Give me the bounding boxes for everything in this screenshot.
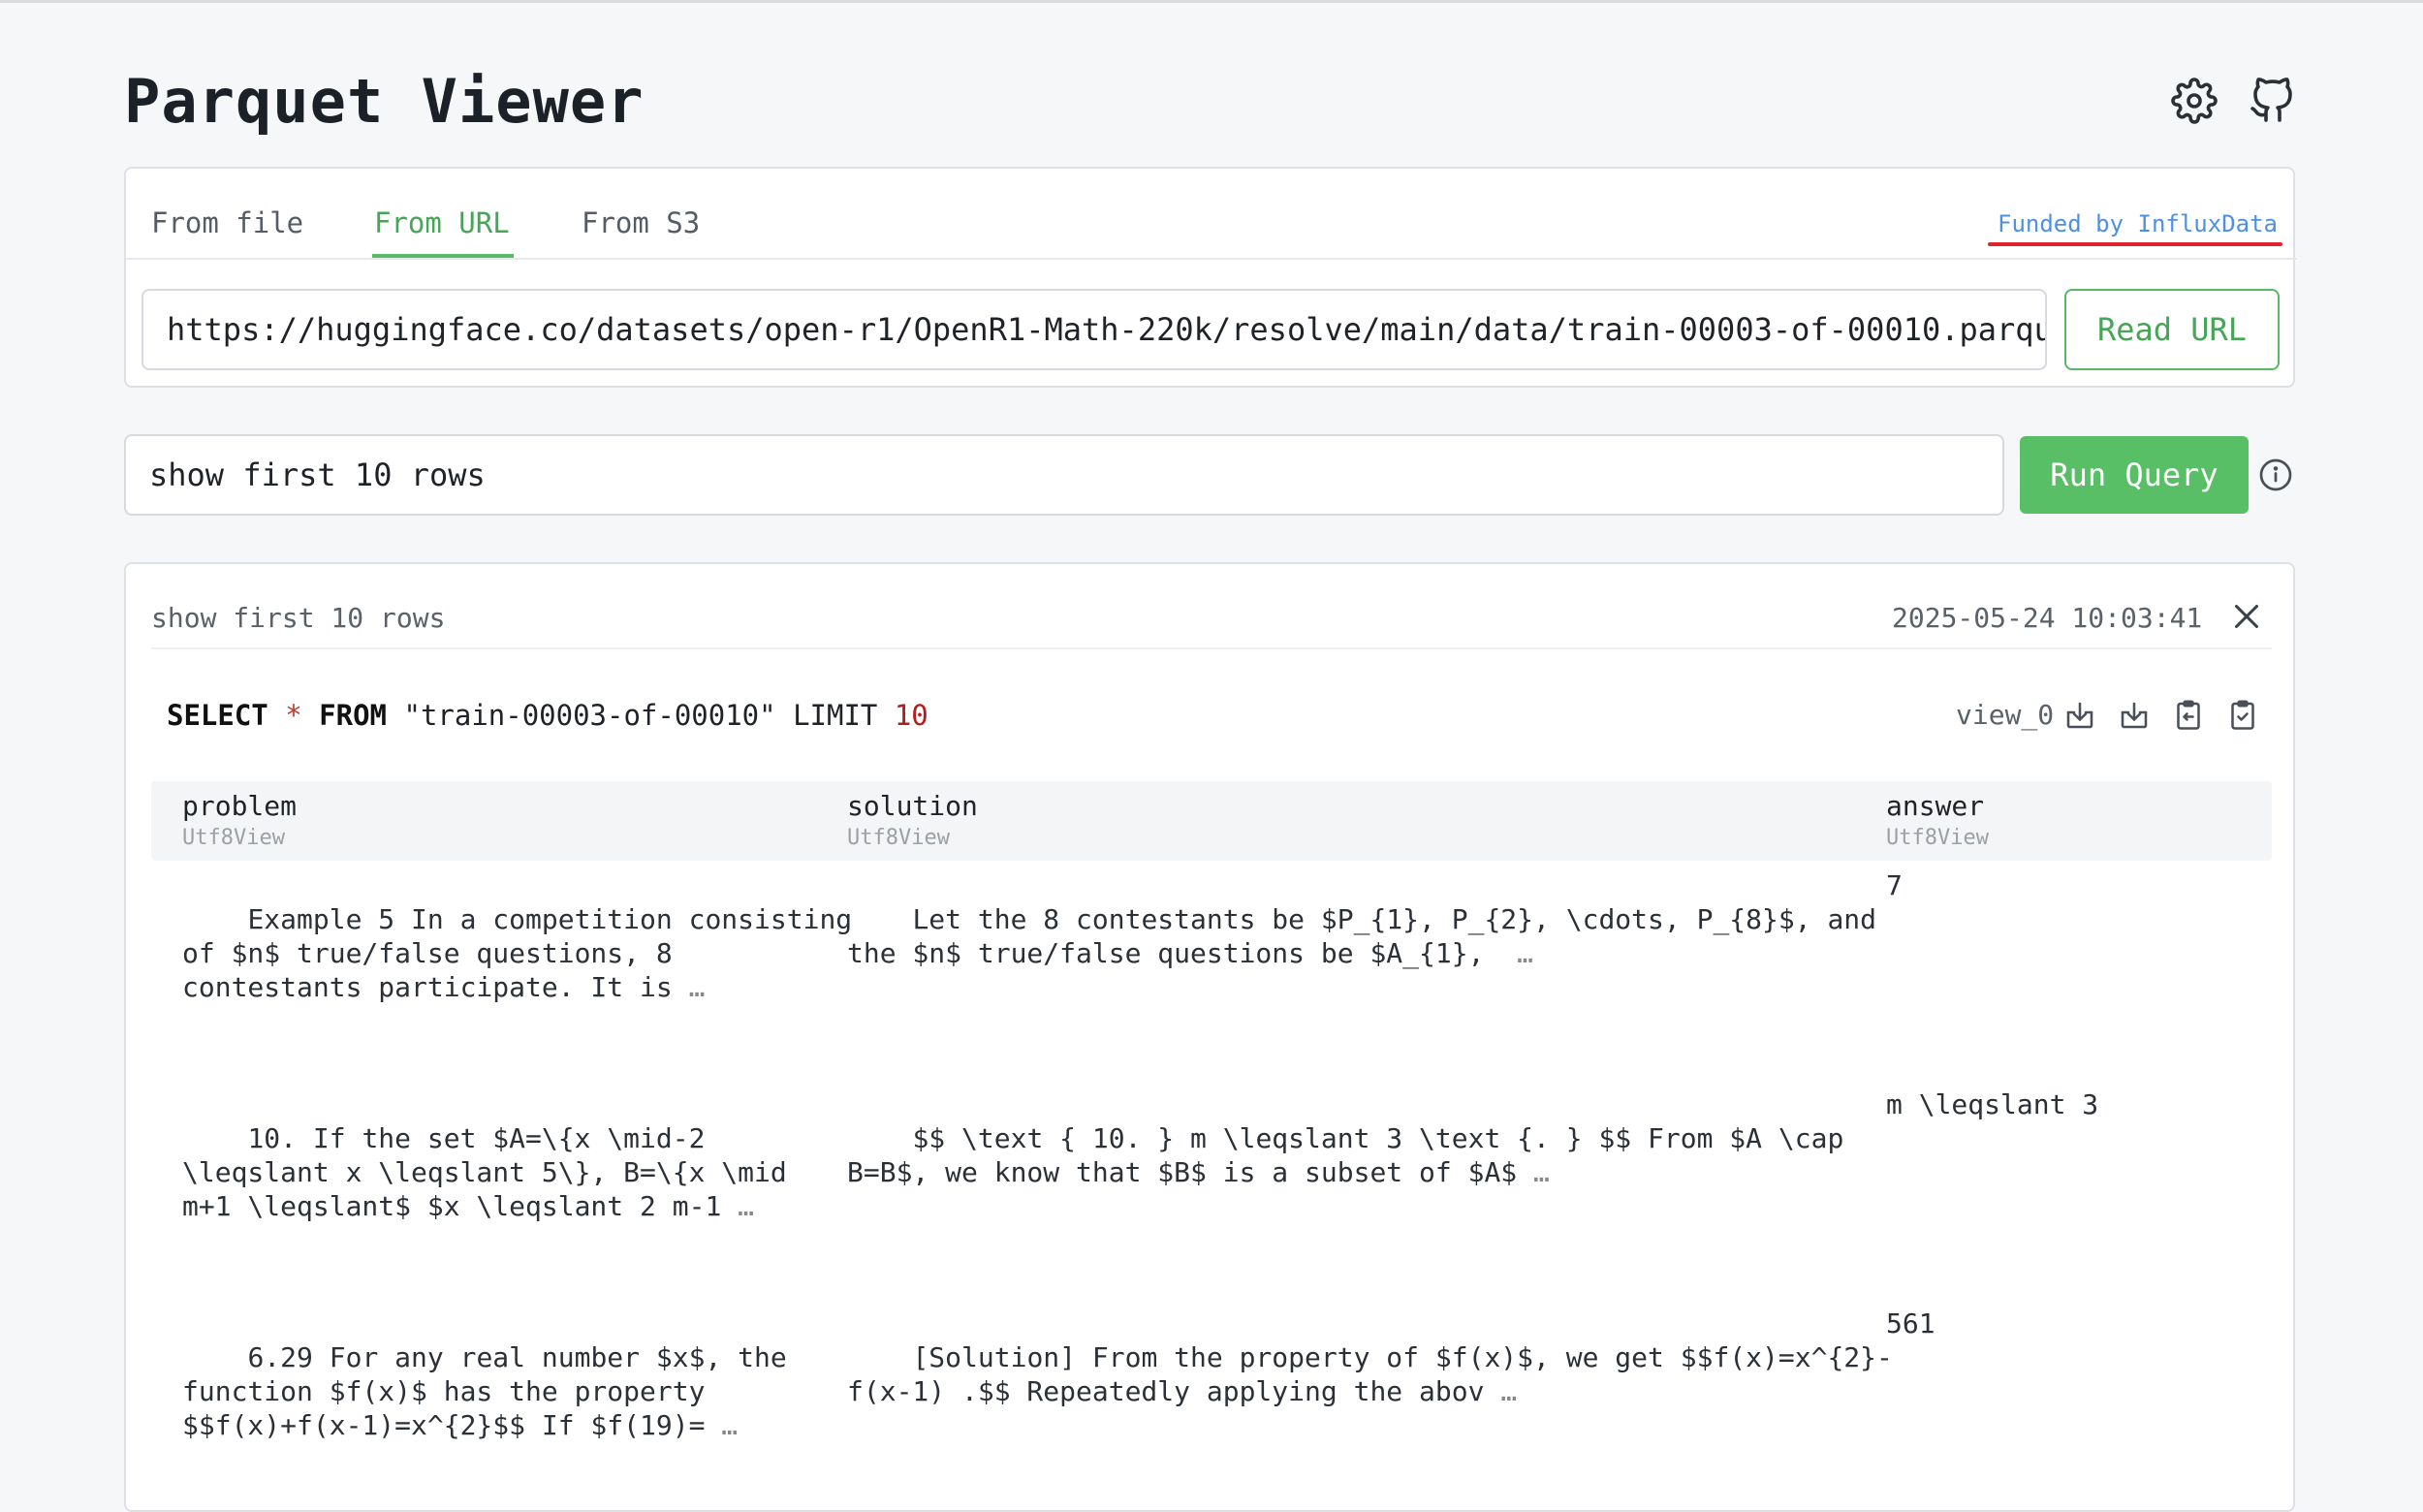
- read-url-button[interactable]: Read URL: [2064, 289, 2280, 370]
- result-panel: show first 10 rows 2025-05-24 10:03:41 S…: [124, 562, 2295, 1512]
- cell-ellipsis[interactable]: …: [721, 1409, 738, 1441]
- sql-statement: SELECT * FROM "train-00003-of-00010" LIM…: [167, 696, 928, 735]
- github-icon[interactable]: [2249, 78, 2295, 124]
- info-icon[interactable]: [2258, 457, 2293, 492]
- close-icon[interactable]: [2229, 599, 2264, 634]
- table-row: 10. If the set $A=\{x \mid-2 \leqslant x…: [182, 1087, 787, 1257]
- column-header-solution[interactable]: solution: [847, 789, 978, 824]
- cell-ellipsis[interactable]: …: [689, 971, 706, 1003]
- download-csv-icon[interactable]: [2062, 698, 2097, 733]
- page-title: Parquet Viewer: [124, 66, 645, 137]
- cell-answer: 7: [1886, 869, 1903, 901]
- table-row: [Solution] From the property of $f(x)$, …: [847, 1307, 1893, 1442]
- url-input[interactable]: https://huggingface.co/datasets/open-r1/…: [142, 289, 2047, 370]
- copy-sql-icon[interactable]: [2171, 698, 2206, 733]
- view-name: view_0: [1956, 699, 2055, 731]
- column-header-problem[interactable]: problem: [182, 789, 297, 824]
- cell-problem: Example 5 In a competition consisting of…: [182, 903, 853, 1003]
- cell-ellipsis[interactable]: …: [1500, 1375, 1517, 1407]
- download-parquet-icon[interactable]: [2117, 698, 2152, 733]
- cell-answer: 561: [1886, 1307, 1935, 1339]
- cell-solution: [Solution] From the property of $f(x)$, …: [847, 1341, 1893, 1407]
- table-row: Example 5 In a competition consisting of…: [182, 868, 852, 1038]
- result-query-text: show first 10 rows: [151, 602, 446, 634]
- tab-from-s3[interactable]: From S3: [582, 204, 700, 242]
- query-input[interactable]: show first 10 rows: [124, 434, 2004, 516]
- sql-star: *: [285, 699, 302, 732]
- table-row: 6.29 For any real number $x$, the functi…: [182, 1307, 787, 1476]
- sql-table: "train-00003-of-00010": [403, 699, 776, 732]
- tab-from-url[interactable]: From URL: [374, 204, 510, 242]
- sql-limit-value: 10: [894, 699, 928, 732]
- result-timestamp: 2025-05-24 10:03:41: [1892, 602, 2203, 634]
- tabs-divider: [126, 258, 2297, 260]
- copy-result-icon[interactable]: [2225, 698, 2260, 733]
- cell-ellipsis[interactable]: …: [1517, 937, 1533, 969]
- result-divider: [151, 647, 2272, 649]
- top-border: [0, 0, 2423, 3]
- sql-select: SELECT: [167, 699, 268, 732]
- influxdata-link[interactable]: InfluxData: [2138, 210, 2279, 237]
- gear-icon[interactable]: [2171, 78, 2218, 124]
- cell-solution: $$ \text { 10. } m \leqslant 3 \text {. …: [847, 1122, 1844, 1188]
- cell-ellipsis[interactable]: …: [738, 1190, 754, 1222]
- source-panel: From file From URL From S3 Funded by Inf…: [124, 167, 2297, 388]
- column-type-solution: Utf8View: [847, 826, 950, 850]
- table-row: $$ \text { 10. } m \leqslant 3 \text {. …: [847, 1087, 1843, 1223]
- cell-problem: 6.29 For any real number $x$, the functi…: [182, 1341, 787, 1441]
- sql-from: FROM: [319, 699, 388, 732]
- table-row: Let the 8 contestants be $P_{1}, P_{2}, …: [847, 868, 1876, 1004]
- funded-by-note: Funded by InfluxData: [1998, 207, 2278, 240]
- tab-from-file[interactable]: From file: [151, 204, 303, 242]
- run-query-button[interactable]: Run Query: [2020, 436, 2249, 514]
- cell-answer: m \leqslant 3: [1886, 1088, 2099, 1120]
- cell-problem: 10. If the set $A=\{x \mid-2 \leqslant x…: [182, 1122, 787, 1222]
- cell-ellipsis[interactable]: …: [1533, 1156, 1550, 1188]
- column-type-problem: Utf8View: [182, 826, 285, 850]
- column-type-answer: Utf8View: [1886, 826, 1989, 850]
- annotation-underline: [1988, 242, 2282, 246]
- table-header: problem Utf8View solution Utf8View answe…: [151, 781, 2272, 861]
- cell-solution: Let the 8 contestants be $P_{1}, P_{2}, …: [847, 903, 1877, 969]
- sql-limit: LIMIT: [793, 699, 878, 732]
- funded-prefix: Funded by: [1998, 210, 2124, 237]
- column-header-answer[interactable]: answer: [1886, 789, 1984, 824]
